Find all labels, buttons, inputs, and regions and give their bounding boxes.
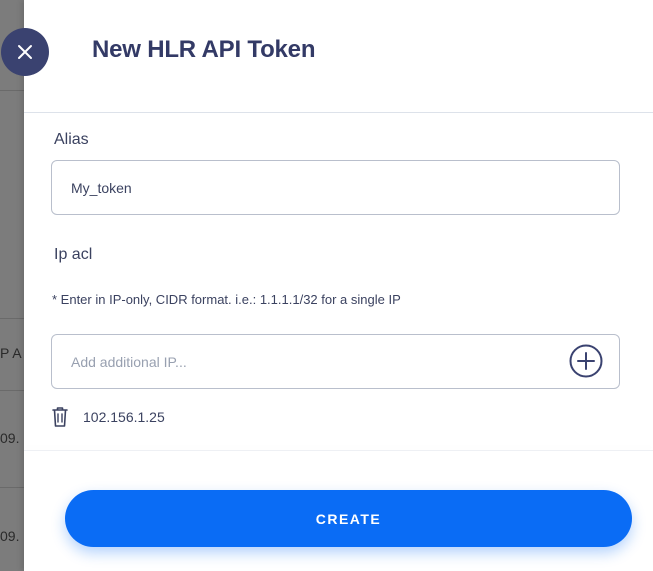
new-token-drawer bbox=[24, 0, 653, 571]
ip-field-box bbox=[51, 334, 620, 389]
add-ip-input[interactable] bbox=[71, 335, 551, 388]
alias-label: Alias bbox=[54, 131, 89, 148]
header-divider bbox=[24, 112, 653, 113]
alias-field-box bbox=[51, 160, 620, 215]
create-button[interactable]: CREATE bbox=[65, 490, 632, 547]
ip-address: 102.156.1.25 bbox=[83, 409, 165, 425]
background-page-overlay: P A 09. 09. bbox=[0, 0, 25, 571]
add-ip-button[interactable] bbox=[569, 344, 603, 378]
ip-format-hint: * Enter in IP-only, CIDR format. i.e.: 1… bbox=[52, 292, 401, 307]
close-icon bbox=[18, 45, 32, 59]
background-divider bbox=[0, 390, 25, 391]
plus-circle-icon bbox=[569, 344, 603, 378]
footer-divider bbox=[24, 450, 653, 451]
background-divider bbox=[0, 90, 25, 91]
background-divider bbox=[0, 487, 25, 488]
background-divider bbox=[0, 318, 25, 319]
background-column-header: P A bbox=[0, 345, 22, 361]
close-button[interactable] bbox=[1, 28, 49, 76]
ip-list-item: 102.156.1.25 bbox=[51, 404, 165, 430]
background-cell: 09. bbox=[0, 528, 20, 544]
trash-icon[interactable] bbox=[51, 406, 69, 428]
drawer-title: New HLR API Token bbox=[92, 36, 316, 63]
background-cell: 09. bbox=[0, 430, 20, 446]
alias-input[interactable] bbox=[71, 161, 551, 214]
ip-acl-label: Ip acl bbox=[54, 246, 93, 263]
